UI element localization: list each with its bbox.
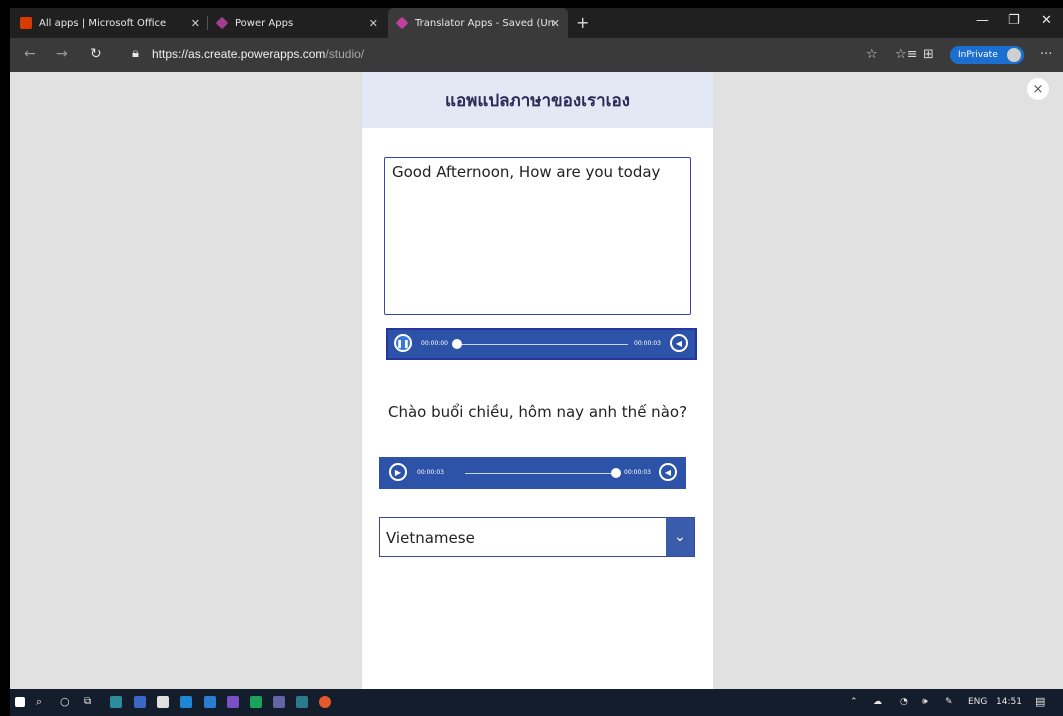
input-language[interactable]: ENG: [968, 697, 987, 707]
onenote-icon[interactable]: [227, 696, 239, 708]
network-icon[interactable]: ◔: [900, 697, 908, 707]
tab-all-apps[interactable]: All apps | Microsoft Office ✕: [10, 8, 208, 38]
volume-icon[interactable]: ◀︎: [659, 463, 677, 481]
cortana-icon[interactable]: ○: [60, 695, 70, 708]
windows-start-icon[interactable]: [15, 697, 25, 707]
translated-audio-player: ▶ 00:00:03 00:00:03 ◀︎: [379, 457, 686, 489]
maximize-icon[interactable]: ❐: [1008, 13, 1020, 28]
onedrive-icon[interactable]: ☁: [873, 697, 882, 707]
close-preview-button[interactable]: ×: [1027, 78, 1049, 100]
address-bar: ← → ↻ 🔒︎ https://as.create.powerapps.com…: [10, 38, 1063, 72]
elapsed-time: 00:00:03: [417, 469, 444, 476]
back-icon[interactable]: ←: [24, 46, 36, 62]
show-hidden-icons-icon[interactable]: ⌃: [850, 697, 858, 707]
avatar: [1007, 48, 1021, 62]
elapsed-time: 00:00:00: [421, 340, 448, 347]
new-tab-button[interactable]: +: [576, 13, 589, 32]
tab-power-apps[interactable]: Power Apps ✕: [208, 8, 386, 38]
play-icon[interactable]: ▶: [389, 463, 407, 481]
favorite-star-icon[interactable]: ☆: [866, 47, 878, 62]
more-icon[interactable]: ···: [1040, 47, 1052, 62]
browser-tab-bar: All apps | Microsoft Office ✕ Power Apps…: [10, 8, 1063, 38]
screen: All apps | Microsoft Office ✕ Power Apps…: [10, 8, 1063, 716]
progress-knob[interactable]: [452, 339, 462, 349]
app-icon[interactable]: [250, 696, 262, 708]
app-title: แอพแปลภาษาของเราเอง: [445, 90, 630, 111]
translated-text: Chào buổi chiều, hôm nay anh thế nào?: [387, 403, 688, 421]
tab-title: All apps | Microsoft Office: [39, 17, 167, 29]
favorites-icon[interactable]: ☆≡: [895, 47, 918, 62]
pause-icon[interactable]: ❚❚: [394, 334, 412, 352]
tab-translator-apps[interactable]: Translator Apps - Saved (Unpubl ✕: [388, 8, 568, 38]
duration-time: 00:00:03: [634, 340, 661, 347]
edge-icon[interactable]: [110, 696, 122, 708]
source-audio-player: ❚❚ 00:00:00 00:00:03 ◀︎: [386, 328, 697, 360]
app-icon[interactable]: [319, 696, 331, 708]
refresh-icon[interactable]: ↻: [90, 46, 102, 62]
inprivate-badge[interactable]: InPrivate: [950, 46, 1024, 64]
progress-track[interactable]: [452, 344, 628, 345]
minimize-icon[interactable]: —: [976, 13, 989, 28]
office-icon: [20, 17, 32, 29]
language-dropdown[interactable]: Vietnamese ⌄: [379, 517, 695, 557]
close-tab-icon[interactable]: ✕: [551, 17, 560, 30]
pen-icon[interactable]: ✎: [945, 697, 953, 707]
url-path: /studio/: [325, 47, 365, 61]
collections-icon[interactable]: ⊞: [923, 47, 934, 62]
powerapps-icon: [395, 16, 409, 30]
clock[interactable]: 14:51: [996, 697, 1022, 707]
source-text-input[interactable]: Good Afternoon, How are you today: [384, 157, 691, 315]
lock-icon: 🔒︎: [132, 46, 139, 61]
progress-knob[interactable]: [611, 468, 621, 478]
search-icon[interactable]: ⌕: [36, 695, 42, 709]
volume-icon[interactable]: ◀︎: [670, 334, 688, 352]
close-tab-icon[interactable]: ✕: [369, 17, 378, 30]
progress-track[interactable]: [465, 473, 615, 474]
url-field[interactable]: https://as.create.powerapps.com/studio/: [152, 47, 364, 61]
mail-icon[interactable]: [180, 696, 192, 708]
duration-time: 00:00:03: [624, 469, 651, 476]
close-window-icon[interactable]: ✕: [1041, 13, 1052, 28]
forward-icon[interactable]: →: [56, 46, 68, 62]
app-icon[interactable]: [134, 696, 146, 708]
chevron-down-icon[interactable]: ⌄: [666, 518, 694, 556]
close-tab-icon[interactable]: ✕: [191, 17, 200, 30]
url-host: https://as.create.powerapps.com: [152, 47, 326, 61]
task-view-icon[interactable]: ⧉: [84, 696, 91, 707]
word-icon[interactable]: [204, 696, 216, 708]
notifications-icon[interactable]: ▤: [1035, 695, 1045, 708]
tab-title: Power Apps: [235, 17, 294, 29]
tab-title: Translator Apps - Saved (Unpubl: [415, 17, 555, 29]
app-canvas: แอพแปลภาษาของเราเอง Good Afternoon, How …: [362, 72, 713, 689]
inprivate-label: InPrivate: [958, 50, 998, 60]
volume-icon[interactable]: 🕪︎: [922, 697, 928, 707]
teams-icon[interactable]: [273, 696, 285, 708]
language-value: Vietnamese: [386, 529, 475, 547]
windows-taskbar: ⌕ ○ ⧉ ⌃ ☁ ◔ 🕪︎ ✎ ENG 14:51 ▤: [10, 689, 1063, 716]
app-icon[interactable]: [296, 696, 308, 708]
store-icon[interactable]: [157, 696, 169, 708]
app-header: แอพแปลภาษาของเราเอง: [362, 72, 713, 128]
powerapps-icon: [215, 16, 229, 30]
